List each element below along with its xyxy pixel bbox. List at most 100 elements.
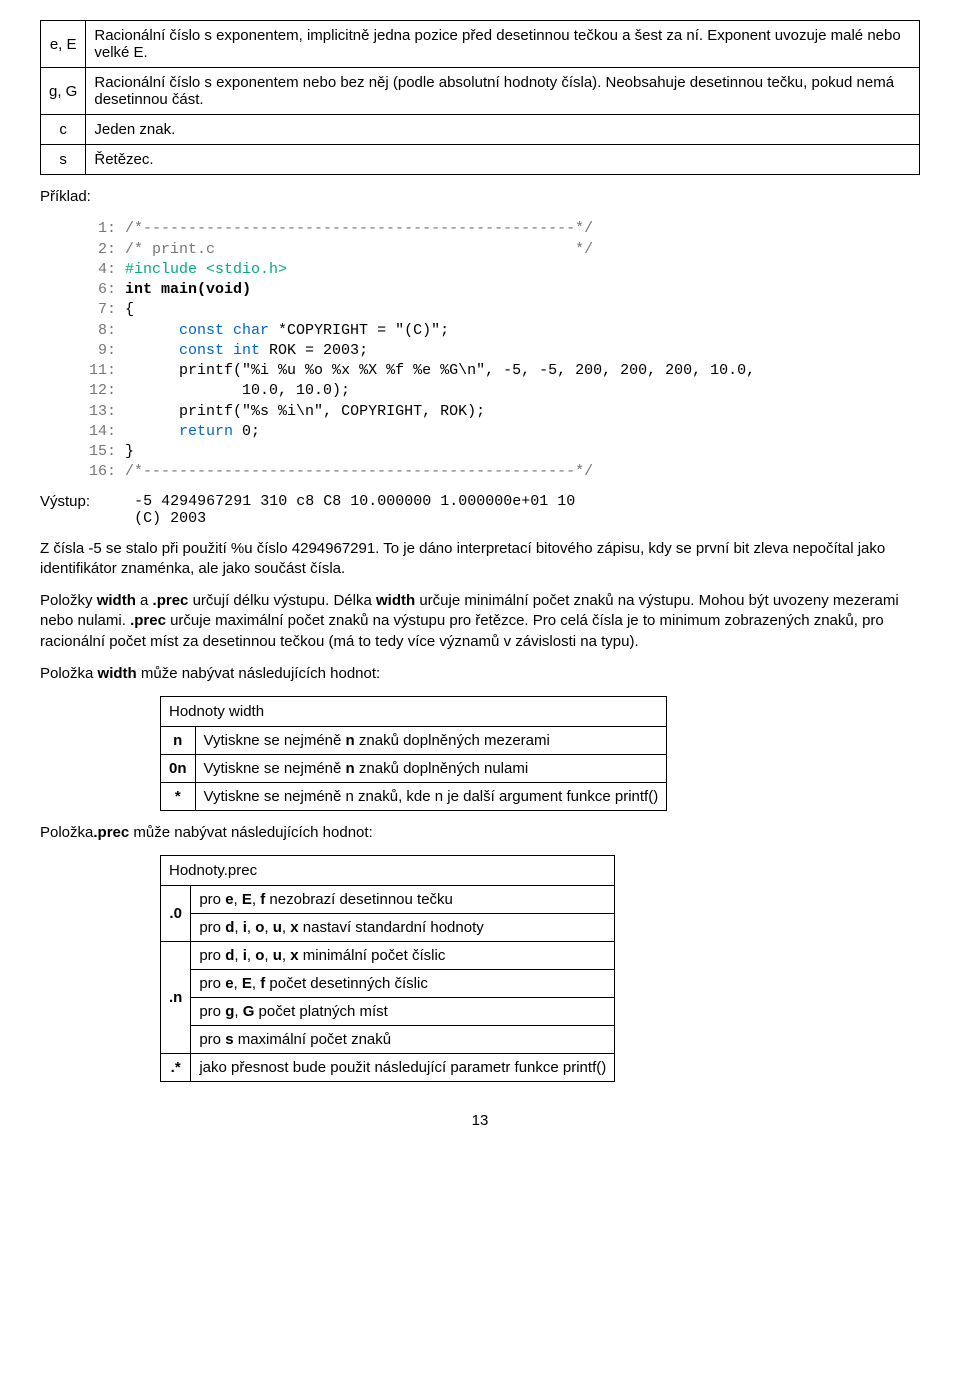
- text-bold: n: [346, 732, 355, 749]
- output-line: (C) 2003: [134, 510, 206, 527]
- spec-key: e, E: [41, 21, 86, 68]
- text-bold: d: [225, 947, 234, 964]
- prec-desc: pro e, E, f počet desetinných číslic: [191, 970, 615, 998]
- text-bold: g: [225, 1003, 234, 1020]
- line-number: 15:: [80, 443, 116, 460]
- code-comment: /*--------------------------------------…: [116, 220, 593, 237]
- text-bold: .prec: [130, 612, 166, 629]
- code-keyword: return: [116, 423, 233, 440]
- text-bold: .0: [169, 905, 182, 922]
- output-line: -5 4294967291 310 c8 C8 10.000000 1.0000…: [134, 493, 575, 510]
- text-bold: x: [290, 919, 298, 936]
- width-desc: Vytiskne se nejméně n znaků doplněných m…: [195, 727, 667, 755]
- text: Položka: [40, 665, 98, 682]
- text: může nabývat následujících hodnot:: [129, 824, 373, 841]
- code-block: 1: /*-----------------------------------…: [80, 219, 920, 482]
- table-row: c Jeden znak.: [41, 115, 920, 145]
- line-number: 2:: [80, 241, 116, 258]
- line-number: 7:: [80, 301, 116, 318]
- text-bold: n: [173, 732, 182, 749]
- line-number: 8:: [80, 322, 116, 339]
- spec-desc: Jeden znak.: [86, 115, 920, 145]
- prec-desc: jako přesnost bude použit následující pa…: [191, 1054, 615, 1082]
- table-caption: Hodnoty width: [160, 696, 667, 726]
- text: a: [136, 592, 153, 609]
- table-row: .n pro d, i, o, u, x minimální počet čís…: [161, 942, 615, 970]
- width-key: 0n: [161, 755, 196, 783]
- text: ,: [234, 947, 242, 964]
- line-number: 16:: [80, 463, 116, 480]
- table-row: pro s maximální počet znaků: [161, 1026, 615, 1054]
- text-bold: .prec: [153, 592, 189, 609]
- text-bold: .n: [169, 989, 182, 1006]
- table-row: n Vytiskne se nejméně n znaků doplněných…: [161, 727, 667, 755]
- prec-desc: pro g, G počet platných míst: [191, 998, 615, 1026]
- table-row: g, G Racionální číslo s exponentem nebo …: [41, 68, 920, 115]
- text: pro: [199, 1031, 225, 1048]
- spec-key: s: [41, 145, 86, 175]
- prec-desc: pro e, E, f nezobrazí desetinnou tečku: [191, 886, 615, 914]
- text: pro: [199, 1003, 225, 1020]
- spec-key: c: [41, 115, 86, 145]
- code-keyword: void: [206, 281, 242, 298]
- prec-key: .n: [161, 942, 191, 1054]
- code-text: , -5, -5, 200, 200, 200, 10.0,: [485, 362, 755, 379]
- code-comment: /*--------------------------------------…: [116, 463, 593, 480]
- text-bold: .*: [171, 1059, 181, 1076]
- code-text: 0;: [233, 423, 260, 440]
- table-row: pro d, i, o, u, x nastaví standardní hod…: [161, 914, 615, 942]
- code-keyword: const int: [116, 342, 260, 359]
- code-text: }: [116, 443, 134, 460]
- paragraph: Položka width může nabývat následujících…: [40, 664, 920, 684]
- line-number: 14:: [80, 423, 116, 440]
- paragraph: Položky width a .prec určují délku výstu…: [40, 591, 920, 652]
- text: Vytiskne se nejméně: [204, 732, 346, 749]
- example-heading: Příklad:: [40, 187, 920, 207]
- format-specifier-table: e, E Racionální číslo s exponentem, impl…: [40, 20, 920, 175]
- spec-desc: Řetězec.: [86, 145, 920, 175]
- code-text: ROK = 2003;: [260, 342, 368, 359]
- text-bold: u: [273, 947, 282, 964]
- text-bold: u: [273, 919, 282, 936]
- spec-desc: Racionální číslo s exponentem, implicitn…: [86, 21, 920, 68]
- table-caption: Hodnoty.prec: [160, 855, 615, 885]
- text: počet desetinných číslic: [265, 975, 428, 992]
- line-number: 13:: [80, 403, 116, 420]
- text: nastaví standardní hodnoty: [299, 919, 484, 936]
- text-bold: n: [346, 760, 355, 777]
- code-preprocessor: #include <stdio.h>: [116, 261, 287, 278]
- text: znaků doplněných nulami: [355, 760, 528, 777]
- table-row: 0n Vytiskne se nejméně n znaků doplněnýc…: [161, 755, 667, 783]
- text-bold: e: [225, 975, 233, 992]
- spec-desc: Racionální číslo s exponentem nebo bez n…: [86, 68, 920, 115]
- paragraph: Z čísla -5 se stalo při použití %u číslo…: [40, 539, 920, 580]
- text-bold: E: [242, 975, 252, 992]
- text-bold: width: [98, 665, 137, 682]
- output-block: Výstup: -5 4294967291 310 c8 C8 10.00000…: [40, 493, 920, 527]
- code-text: printf(: [116, 403, 242, 420]
- prec-values-table: Hodnoty.prec .0 pro e, E, f nezobrazí de…: [160, 855, 615, 1082]
- prec-key: .*: [161, 1054, 191, 1082]
- text: ,: [247, 919, 255, 936]
- text: znaků doplněných mezerami: [355, 732, 550, 749]
- text: minimální počet číslic: [299, 947, 446, 964]
- line-number: 11:: [80, 362, 116, 379]
- code-text: ;: [440, 322, 449, 339]
- text: Položky: [40, 592, 97, 609]
- width-key: *: [161, 783, 196, 811]
- width-desc: Vytiskne se nejméně n znaků doplněných n…: [195, 755, 667, 783]
- width-desc: Vytiskne se nejméně n znaků, kde n je da…: [195, 783, 667, 811]
- line-number: 4:: [80, 261, 116, 278]
- code-keyword: int: [116, 281, 152, 298]
- spec-key: g, G: [41, 68, 86, 115]
- width-key: n: [161, 727, 196, 755]
- text: ,: [234, 1003, 242, 1020]
- code-string: "%s %i\n": [242, 403, 323, 420]
- line-number: 6:: [80, 281, 116, 298]
- text: ,: [234, 891, 242, 908]
- text: nezobrazí desetinnou tečku: [265, 891, 453, 908]
- text: ,: [234, 919, 242, 936]
- code-text: ): [242, 281, 251, 298]
- text-bold: .prec: [93, 824, 129, 841]
- table-row: pro e, E, f počet desetinných číslic: [161, 970, 615, 998]
